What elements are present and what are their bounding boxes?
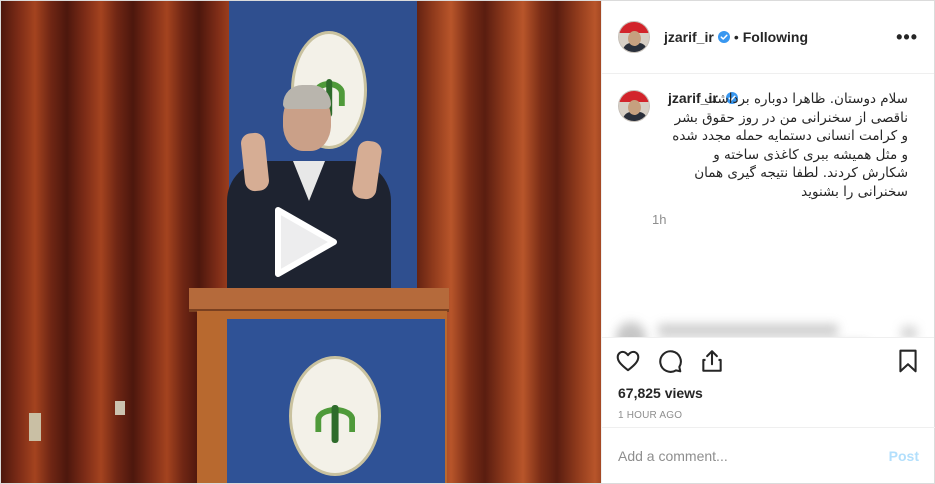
- username-link[interactable]: jzarif_ir: [664, 29, 714, 45]
- share-button[interactable]: [698, 347, 726, 375]
- post-header: jzarif_ir • Following •••: [602, 1, 934, 74]
- action-bar: [602, 337, 934, 383]
- video-player[interactable]: [1, 1, 601, 483]
- comment-input[interactable]: [618, 447, 889, 464]
- comments-area: jzarif_ir سلام دوستان. ظاهرا دوباره بردا…: [602, 74, 934, 337]
- comment-button[interactable]: [656, 347, 684, 375]
- avatar[interactable]: [618, 21, 650, 53]
- caption-avatar[interactable]: [618, 90, 650, 122]
- save-button[interactable]: [894, 347, 922, 375]
- verified-badge-icon: [717, 31, 730, 43]
- instagram-post-modal: jzarif_ir • Following ••• jzarif_ir سلام…: [0, 0, 935, 484]
- view-count[interactable]: 67,825 views: [602, 383, 934, 405]
- following-button[interactable]: Following: [743, 29, 808, 45]
- share-icon: [702, 349, 722, 372]
- caption-text: سلام دوستان. ظاهرا دوباره برداشت ناقصی ا…: [672, 91, 908, 200]
- separator-dot: •: [733, 29, 739, 45]
- emblem-podium: [289, 356, 381, 476]
- heart-icon: [616, 350, 640, 371]
- more-options-icon[interactable]: •••: [896, 27, 918, 48]
- post-comment-button[interactable]: Post: [889, 448, 919, 464]
- blurred-comment: [602, 316, 934, 337]
- podium-top: [189, 288, 449, 312]
- bookmark-icon: [899, 349, 917, 372]
- comment-icon: [659, 349, 682, 373]
- like-button[interactable]: [614, 347, 642, 375]
- caption-time[interactable]: 1h: [652, 212, 934, 227]
- caption: jzarif_ir سلام دوستان. ظاهرا دوباره بردا…: [602, 74, 934, 202]
- post-sidebar: jzarif_ir • Following ••• jzarif_ir سلام…: [601, 1, 935, 483]
- comment-form: Post: [602, 427, 935, 483]
- play-icon: [275, 207, 337, 277]
- play-button[interactable]: [272, 206, 338, 278]
